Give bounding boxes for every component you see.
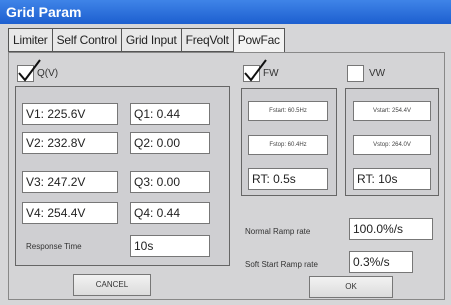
fw-group: Fstart: 60.5Hz Fstop: 60.4Hz RT: 0.5s — [241, 88, 337, 196]
window-title: Grid Param — [0, 0, 451, 24]
vw-vstart-field[interactable]: Vstart: 254.4V — [353, 101, 431, 121]
fw-fstop-field[interactable]: Fstop: 60.4Hz — [248, 135, 328, 155]
q3-field[interactable]: Q3: 0.00 — [130, 171, 210, 193]
q4-field[interactable]: Q4: 0.44 — [130, 202, 210, 224]
grid-param-window: Grid Param Limiter Self Control Grid Inp… — [0, 0, 451, 305]
qv-label: Q(V) — [37, 68, 59, 79]
tab-powfac[interactable]: PowFac — [232, 28, 285, 53]
fw-rt-field[interactable]: RT: 0.5s — [248, 168, 328, 190]
qv-group: V1: 225.6V V2: 232.8V V3: 247.2V V4: 254… — [15, 86, 230, 266]
response-time-label: Response Time — [26, 242, 82, 251]
cancel-button[interactable]: CANCEL — [73, 274, 151, 296]
normal-ramp-field[interactable]: 100.0%/s — [349, 218, 433, 240]
v1-field[interactable]: V1: 225.6V — [22, 103, 118, 125]
softstart-ramp-label: Soft Start Ramp rate — [245, 260, 318, 269]
vw-group: Vstart: 254.4V Vstop: 264.0V RT: 10s — [345, 88, 439, 196]
response-time-field[interactable]: 10s — [130, 235, 210, 257]
vw-label: VW — [369, 68, 386, 79]
vw-checkbox[interactable] — [347, 65, 364, 82]
softstart-ramp-field[interactable]: 0.3%/s — [349, 251, 413, 273]
vw-rt-field[interactable]: RT: 10s — [353, 168, 431, 190]
v4-field[interactable]: V4: 254.4V — [22, 202, 118, 224]
v2-field[interactable]: V2: 232.8V — [22, 132, 118, 154]
fw-fstart-field[interactable]: Fstart: 60.5Hz — [248, 101, 328, 121]
ok-button[interactable]: OK — [309, 276, 393, 298]
tab-bar: Limiter Self Control Grid Input FreqVolt… — [8, 28, 285, 53]
fw-label: FW — [263, 68, 279, 79]
v3-field[interactable]: V3: 247.2V — [22, 171, 118, 193]
tab-freqvolt[interactable]: FreqVolt — [180, 28, 233, 52]
tab-self-control[interactable]: Self Control — [51, 28, 121, 52]
tab-grid-input[interactable]: Grid Input — [120, 28, 181, 52]
fw-checkbox[interactable] — [243, 59, 267, 82]
tab-limiter[interactable]: Limiter — [8, 28, 52, 52]
normal-ramp-label: Normal Ramp rate — [245, 227, 311, 236]
q1-field[interactable]: Q1: 0.44 — [130, 103, 210, 125]
q2-field[interactable]: Q2: 0.00 — [130, 132, 210, 154]
qv-checkbox[interactable] — [17, 59, 41, 82]
powfac-panel: Q(V) V1: 225.6V V2: 232.8V V3: 247.2V V4… — [8, 52, 445, 300]
vw-vstop-field[interactable]: Vstop: 264.0V — [353, 135, 431, 155]
